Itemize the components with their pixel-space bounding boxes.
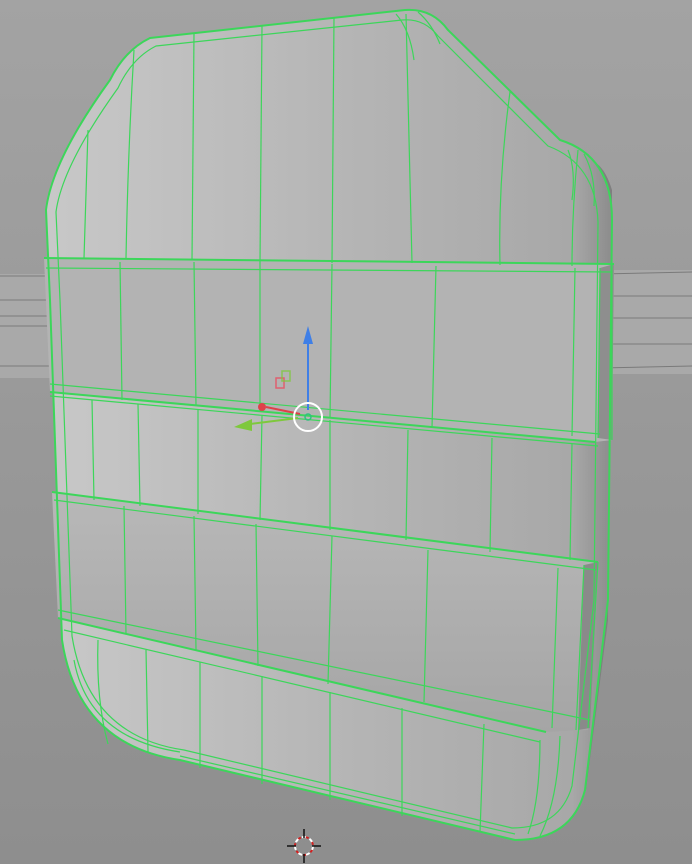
3d-viewport[interactable]: [0, 0, 692, 864]
viewport-canvas[interactable]: [0, 0, 692, 864]
gizmo-x-handle[interactable]: [258, 403, 266, 411]
